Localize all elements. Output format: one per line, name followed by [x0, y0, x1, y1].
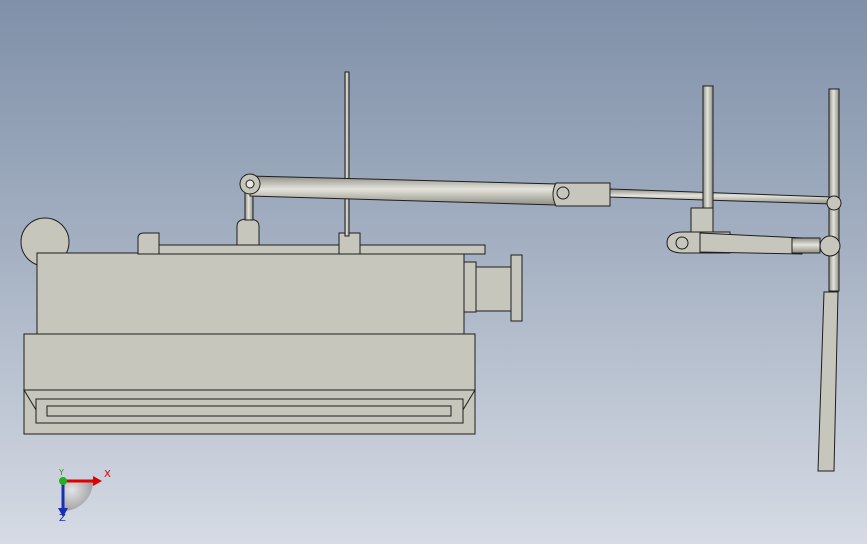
triad-z-label: Z [59, 513, 66, 524]
flange-plate [510, 254, 523, 322]
triad-x-arrow [93, 476, 102, 486]
triad-sphere [63, 481, 93, 511]
orientation-triad[interactable] [58, 476, 102, 517]
bracket-post [236, 218, 260, 246]
assembly-model[interactable] [0, 0, 867, 544]
front-post-upper [828, 88, 840, 292]
machine-body [20, 217, 523, 435]
flange-tube [475, 266, 512, 312]
pivot-bracket [236, 189, 260, 246]
arm-tip [791, 237, 821, 254]
front-post-lower-sleeve [817, 291, 839, 472]
link-rod [249, 175, 559, 206]
cad-viewport[interactable]: X Y Z [0, 0, 867, 544]
cross-arm [666, 231, 821, 255]
arm-bar [699, 232, 803, 255]
arm-eye-pin [675, 236, 689, 250]
clevis-pin [556, 186, 570, 200]
body-lower-block [23, 333, 476, 391]
front-post-mid-joint [819, 235, 841, 257]
top-plate [157, 244, 486, 255]
triad-y-label: Y [59, 468, 64, 477]
vertical-mast [344, 71, 350, 237]
tie-rod [609, 188, 833, 205]
front-post-top-joint [826, 195, 842, 211]
body-upper-block [36, 252, 465, 335]
triad-x-label: X [104, 469, 111, 480]
top-lug [137, 232, 160, 255]
flange-neck [463, 261, 477, 313]
tray-slot [46, 405, 452, 417]
pivot-joint-left-hole [245, 179, 255, 189]
rear-post-clamp [690, 207, 714, 233]
rear-post [702, 85, 714, 212]
triad-y-dot [59, 477, 67, 485]
